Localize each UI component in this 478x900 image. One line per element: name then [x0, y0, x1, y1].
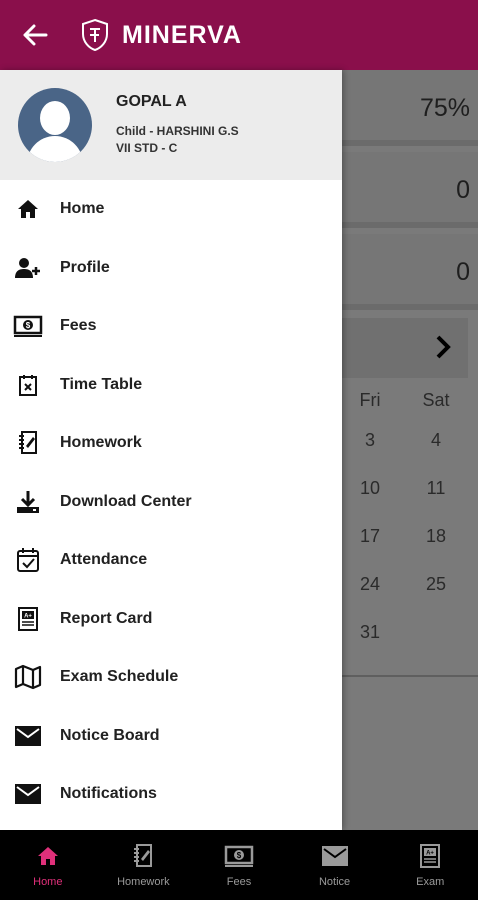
notebook-icon: [128, 842, 158, 870]
menu-item-notice-board[interactable]: Notice Board: [0, 707, 342, 766]
calendar-check-icon: [12, 544, 44, 576]
nav-label: Exam: [416, 876, 445, 888]
profile-name: GOPAL A: [116, 93, 187, 110]
menu-item-notifications[interactable]: Notifications: [0, 765, 342, 824]
svg-text:A+: A+: [24, 613, 32, 619]
calendar-x-icon: [12, 369, 44, 401]
menu-item-exam-schedule[interactable]: Exam Schedule: [0, 648, 342, 707]
nav-label: Home: [33, 876, 63, 888]
mail-icon: [12, 720, 44, 752]
menu-item-label: Attendance: [60, 551, 148, 569]
home-icon: [33, 842, 63, 870]
menu-item-label: Profile: [60, 258, 110, 276]
back-button[interactable]: [0, 0, 70, 70]
svg-text:$: $: [26, 321, 31, 330]
calendar-day[interactable]: 10: [350, 478, 390, 499]
menu-item-attendance[interactable]: Attendance: [0, 531, 342, 590]
nav-label: Notice: [318, 876, 351, 888]
stat-value: 0: [456, 176, 470, 204]
menu-item-fees[interactable]: $ Fees: [0, 297, 342, 356]
nav-home[interactable]: Home: [0, 830, 96, 900]
menu-item-download-center[interactable]: Download Center: [0, 473, 342, 532]
menu-item-label: Fees: [60, 317, 97, 335]
menu-item-label: Download Center: [60, 492, 192, 510]
menu-item-label: Home: [60, 200, 105, 218]
menu-item-label: Exam Schedule: [60, 668, 179, 686]
menu-item-home[interactable]: Home: [0, 180, 342, 239]
nav-label: Homework: [117, 876, 170, 888]
mail-icon: [320, 842, 350, 870]
navigation-drawer: GOPAL A Child - HARSHINI G.S VII STD - C…: [0, 70, 342, 830]
stat-card: 0: [342, 152, 478, 228]
stat-value: 75%: [419, 94, 470, 122]
report-card-icon: A+: [12, 603, 44, 635]
nav-homework[interactable]: Homework: [96, 830, 192, 900]
nav-exam[interactable]: A+ Exam: [382, 830, 478, 900]
stat-card: 0: [342, 234, 478, 310]
download-icon: [12, 486, 44, 518]
calendar-header: [342, 318, 468, 378]
bottom-navigation: Home Homework $ Fees Notice A+ Exam: [0, 830, 478, 900]
menu-item-label: Time Table: [60, 375, 143, 393]
menu-item-label: Report Card: [60, 609, 153, 627]
money-icon: $: [12, 310, 44, 342]
menu-item-homework[interactable]: Homework: [0, 414, 342, 473]
avatar: [18, 88, 92, 162]
menu-item-label: Notifications: [60, 785, 157, 803]
stat-card-attendance: 75%: [342, 70, 478, 146]
money-icon: $: [224, 842, 254, 870]
divider: [342, 675, 478, 677]
arrow-left-icon: [23, 24, 48, 46]
drawer-menu: Home Profile $ Fees Time Table Homework: [0, 180, 342, 824]
menu-item-time-table[interactable]: Time Table: [0, 356, 342, 415]
calendar-day[interactable]: 4: [416, 430, 456, 451]
map-icon: [12, 661, 44, 693]
menu-item-label: Notice Board: [60, 726, 160, 744]
calendar-day[interactable]: 3: [350, 430, 390, 451]
notebook-icon: [12, 427, 44, 459]
menu-item-label: Homework: [60, 434, 142, 452]
nav-notice[interactable]: Notice: [287, 830, 383, 900]
calendar-day[interactable]: 31: [350, 622, 390, 643]
calendar-day[interactable]: 25: [416, 574, 456, 595]
nav-label: Fees: [226, 876, 252, 888]
calendar-day[interactable]: 18: [416, 526, 456, 547]
calendar-day[interactable]: 11: [416, 478, 456, 499]
home-icon: [12, 193, 44, 225]
app-bar: MINERVA: [0, 0, 478, 70]
add-user-icon: [12, 252, 44, 284]
stat-value: 0: [456, 258, 470, 286]
svg-text:$: $: [237, 851, 242, 860]
calendar-day[interactable]: 17: [350, 526, 390, 547]
menu-item-profile[interactable]: Profile: [0, 239, 342, 298]
weekday-label: Sat: [422, 390, 450, 410]
profile-class: VII STD - C: [116, 141, 178, 155]
dashboard-background: 75% 0 0 Fri Sat 3 4 10 11 17 18 24 25 31: [342, 70, 478, 830]
menu-item-report-card[interactable]: A+ Report Card: [0, 590, 342, 649]
svg-text:A+: A+: [426, 851, 434, 857]
nav-fees[interactable]: $ Fees: [191, 830, 287, 900]
mail-icon: [12, 778, 44, 810]
profile-header[interactable]: GOPAL A Child - HARSHINI G.S VII STD - C: [0, 70, 342, 180]
chevron-right-icon[interactable]: [434, 334, 452, 360]
profile-child: Child - HARSHINI G.S: [116, 124, 239, 138]
app-title: MINERVA: [122, 20, 242, 49]
school-crest-icon: [82, 18, 108, 52]
calendar-day[interactable]: 24: [350, 574, 390, 595]
report-card-icon: A+: [415, 842, 445, 870]
weekday-label: Fri: [359, 390, 381, 410]
